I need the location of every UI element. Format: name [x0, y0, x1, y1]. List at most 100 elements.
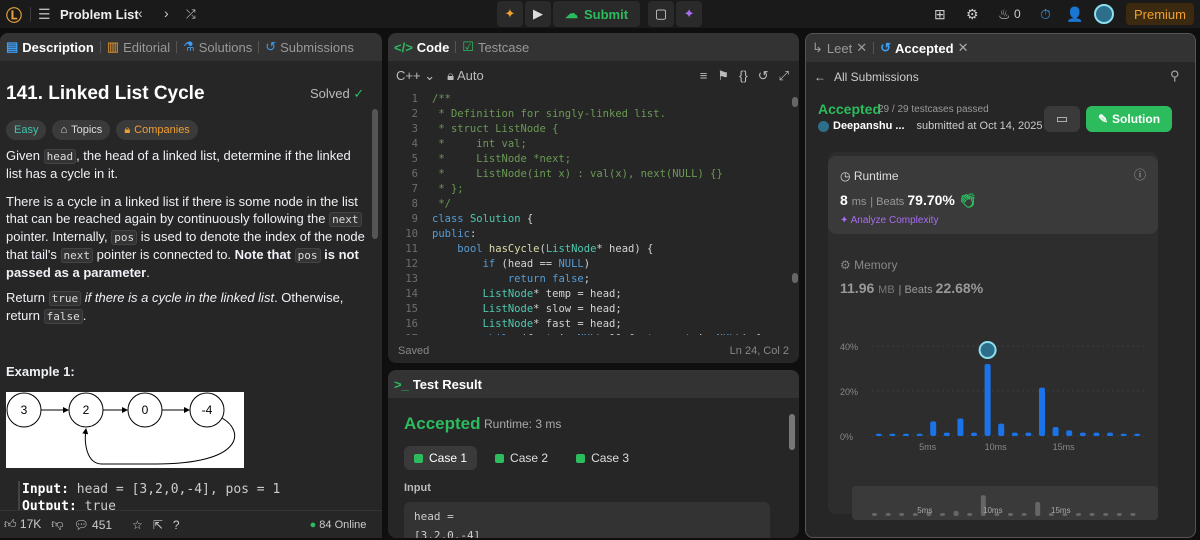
editorial-button[interactable]: ▭: [1044, 106, 1080, 132]
analyze-complexity-link[interactable]: ✦ Analyze Complexity: [840, 215, 938, 226]
text: Given: [6, 148, 44, 163]
page-title: 141. Linked List Cycle: [6, 83, 205, 104]
close-icon[interactable]: ✕: [856, 40, 867, 56]
cloud-upload-icon: ☁: [565, 6, 578, 21]
debug-button[interactable]: ✦: [497, 1, 523, 27]
back-to-submissions[interactable]: ← All Submissions: [814, 70, 919, 84]
companies-tag[interactable]: 🔒︎ Companies: [116, 120, 198, 140]
braces-icon[interactable]: {}: [739, 68, 748, 84]
distribution-bar[interactable]: [889, 433, 896, 436]
beats-value: 79.70%: [907, 192, 955, 208]
distribution-bar[interactable]: [930, 421, 937, 436]
username[interactable]: Deepanshu ...: [833, 120, 905, 132]
difficulty-tag[interactable]: Easy: [6, 120, 47, 140]
gear-icon[interactable]: ⚙: [966, 6, 979, 23]
solved-label: Solved: [310, 86, 350, 101]
cursor-position: Ln 24, Col 2: [729, 345, 789, 357]
format-icon[interactable]: ≡: [700, 68, 708, 84]
leetcode-logo[interactable]: Ⓛ: [4, 4, 24, 25]
layout-icon[interactable]: ⊞: [934, 6, 946, 23]
streak-count: 0: [1014, 7, 1021, 21]
distribution-bar[interactable]: [903, 433, 909, 436]
mode-select[interactable]: 🔒︎ Auto: [447, 68, 484, 84]
distribution-bar[interactable]: [1107, 432, 1113, 436]
distribution-bar[interactable]: [971, 432, 977, 436]
distribution-bar[interactable]: [1039, 387, 1045, 436]
distribution-bar[interactable]: [1134, 433, 1141, 436]
comments-button[interactable]: 💬︎ 451: [73, 518, 112, 532]
premium-button[interactable]: Premium: [1126, 3, 1194, 25]
tab-submissions[interactable]: ↺ Submissions: [265, 39, 354, 55]
dislike-icon[interactable]: 👎︎: [51, 517, 63, 532]
scrollbar[interactable]: [792, 97, 798, 107]
overview-background: [852, 486, 1158, 520]
distribution-bar[interactable]: [1079, 432, 1086, 436]
memory-label[interactable]: ⚙ Memory: [840, 258, 897, 272]
problem-list-link[interactable]: Problem List: [60, 7, 139, 22]
case-tab[interactable]: Case 2: [485, 446, 558, 470]
next-problem-icon[interactable]: ›: [164, 5, 169, 21]
scrollbar[interactable]: [372, 109, 378, 239]
tab-code[interactable]: </> Code: [394, 40, 449, 55]
distribution-bar[interactable]: [1052, 427, 1059, 436]
code-editor[interactable]: 1 /** 2 * Definition for singly-linked lis…: [388, 93, 799, 335]
expand-icon[interactable]: ⤢: [779, 68, 789, 84]
runtime-box[interactable]: ◷ Runtime ⓘ 8 ms | Beats 79.70% 👏︎ ✦ Ana…: [828, 156, 1158, 234]
help-icon[interactable]: ?: [173, 518, 180, 532]
list-icon[interactable]: ☰: [38, 6, 51, 23]
tab-leet[interactable]: ↳ Leet ✕: [812, 40, 867, 56]
link-icon[interactable]: ⚲: [1170, 68, 1180, 84]
tab-test-result[interactable]: >_ Test Result: [394, 377, 482, 392]
ai-button[interactable]: ✦: [676, 1, 703, 27]
distribution-bar[interactable]: [957, 418, 964, 436]
distribution-bar[interactable]: [1120, 433, 1127, 436]
add-user-icon[interactable]: 👤: [1066, 6, 1083, 23]
shuffle-icon[interactable]: ⤮: [186, 7, 196, 22]
notes-button[interactable]: ▢: [648, 1, 675, 27]
distribution-bar[interactable]: [1011, 432, 1018, 436]
overview-bar: [1076, 513, 1081, 516]
prev-problem-icon[interactable]: ‹: [138, 5, 143, 21]
runtime-overview-chart[interactable]: 5ms 10ms 15ms: [852, 486, 1158, 520]
distribution-bar[interactable]: [998, 423, 1005, 436]
bold-text: Note that: [234, 247, 295, 262]
bookmark-icon[interactable]: ⚑: [717, 68, 729, 84]
close-icon[interactable]: ✕: [958, 40, 969, 56]
fire-icon[interactable]: ♨: [998, 6, 1011, 23]
tab-accepted[interactable]: ↺ Accepted ✕: [880, 40, 968, 56]
avatar[interactable]: [1094, 4, 1114, 24]
distribution-bar[interactable]: [1025, 432, 1032, 436]
distribution-bar[interactable]: [1066, 430, 1073, 436]
tab-editorial[interactable]: ▥ Editorial: [107, 39, 170, 55]
distribution-bar[interactable]: [1093, 432, 1100, 436]
arrow-icon: ↳: [812, 40, 823, 55]
star-icon[interactable]: ☆: [132, 518, 143, 532]
tag-icon: ⌂: [60, 124, 68, 136]
like-button[interactable]: 👍︎ 17K: [4, 517, 41, 532]
text: Return: [6, 290, 49, 305]
tab-description[interactable]: ▤ Description: [6, 39, 94, 55]
timer-icon[interactable]: ⏱: [1040, 6, 1051, 23]
scrollbar[interactable]: [789, 414, 795, 450]
language-select[interactable]: C++ ⌄: [396, 68, 435, 84]
tab-solutions[interactable]: ⚗ Solutions: [183, 39, 252, 55]
distribution-bar[interactable]: [916, 433, 923, 436]
submit-button[interactable]: ☁ Submit: [553, 1, 641, 27]
tab-testcase[interactable]: ☑ Testcase: [462, 39, 529, 55]
case-tab[interactable]: Case 1: [404, 446, 478, 470]
info-icon[interactable]: ⓘ: [1134, 166, 1146, 183]
case-tab[interactable]: Case 3: [566, 446, 639, 470]
run-button[interactable]: ▶: [525, 1, 551, 27]
top-bar: Ⓛ ☰ Problem List ‹ › ⤮ ✦ ▶ ☁ Submit ▢ ✦ ⊞…: [0, 0, 1200, 28]
submission-tabs: ↳ Leet ✕ ↺ Accepted ✕: [806, 34, 1195, 62]
topics-tag[interactable]: ⌂ Topics: [52, 120, 111, 140]
solution-button[interactable]: ✎ Solution: [1086, 106, 1172, 132]
distribution-bar[interactable]: [984, 364, 991, 436]
code-line: while (fast != NULL && fast->next != NUL…: [432, 333, 761, 335]
share-icon[interactable]: ⇱: [153, 518, 163, 532]
scrollbar[interactable]: [792, 273, 798, 283]
distribution-bar[interactable]: [943, 432, 950, 436]
distribution-bar[interactable]: [875, 433, 882, 436]
reset-icon[interactable]: ↺: [758, 68, 769, 84]
node-label: -4: [202, 403, 213, 417]
